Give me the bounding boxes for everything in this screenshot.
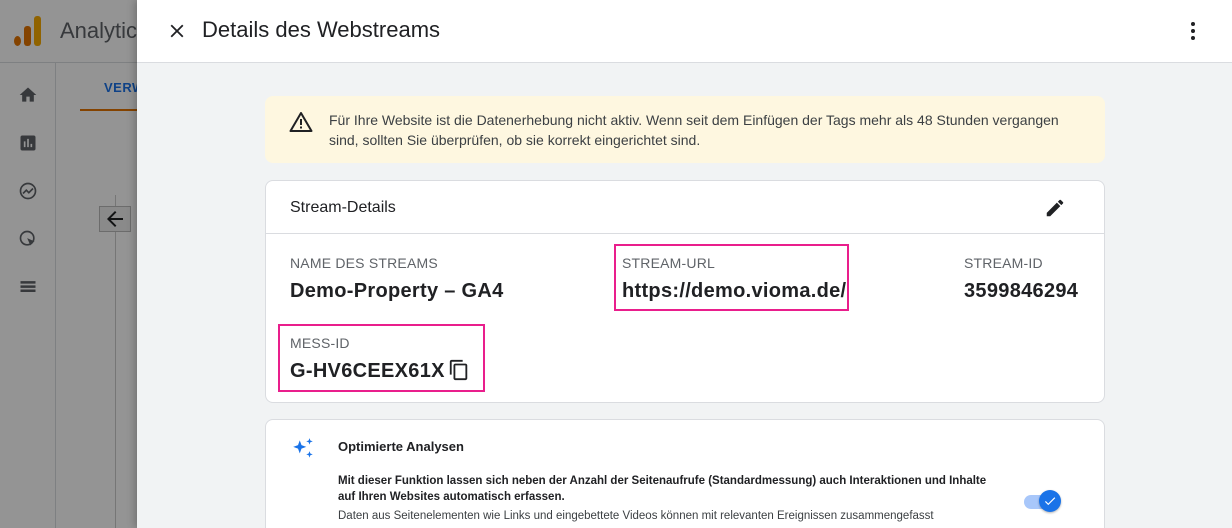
stream-name-value: Demo-Property – GA4 — [290, 280, 504, 302]
toggle-knob — [1039, 490, 1061, 512]
enhanced-measurement-title: Optimierte Analysen — [338, 439, 464, 454]
enhanced-measurement-card: Optimierte Analysen Mit dieser Funktion … — [265, 419, 1105, 528]
stream-details-card: Stream-Details NAME DES STREAMS Demo-Pro… — [265, 180, 1105, 403]
stream-url-label: STREAM-URL — [622, 255, 716, 271]
stream-name-label: NAME DES STREAMS — [290, 255, 438, 271]
enhanced-measurement-subtext: Daten aus Seitenelementen wie Links und … — [338, 510, 934, 522]
close-icon — [170, 24, 184, 38]
mess-id-value: G-HV6CEEX61X — [290, 360, 445, 382]
enhanced-measurement-description: Mit dieser Funktion lassen sich neben de… — [338, 475, 987, 503]
more-vert-icon — [1191, 22, 1195, 40]
check-icon — [1044, 497, 1056, 506]
card-title: Stream-Details — [290, 199, 396, 216]
sparkle-icon — [293, 438, 313, 458]
card-header: Stream-Details — [266, 181, 1104, 234]
close-button[interactable] — [163, 17, 191, 45]
copy-icon — [449, 359, 468, 381]
data-collection-alert: Für Ihre Website ist die Datenerhebung n… — [265, 96, 1105, 163]
drawer-header: Details des Webstreams — [137, 0, 1232, 63]
edit-button[interactable] — [1042, 195, 1068, 221]
alert-text: Für Ihre Website ist die Datenerhebung n… — [329, 112, 1059, 148]
stream-id-value: 3599846294 — [964, 280, 1079, 302]
mess-id-label: MESS-ID — [290, 335, 350, 351]
stream-url-value[interactable]: https://demo.vioma.de/ — [622, 280, 846, 303]
webstream-details-drawer: Details des Webstreams Für Ihre Website … — [137, 0, 1232, 528]
warning-icon — [289, 112, 313, 132]
pencil-icon — [1046, 199, 1064, 217]
more-options-button[interactable] — [1179, 17, 1207, 45]
enhanced-measurement-toggle[interactable] — [1024, 490, 1061, 512]
stream-id-label: STREAM-ID — [964, 255, 1043, 271]
drawer-title: Details des Webstreams — [202, 17, 441, 42]
copy-button[interactable] — [447, 358, 471, 382]
